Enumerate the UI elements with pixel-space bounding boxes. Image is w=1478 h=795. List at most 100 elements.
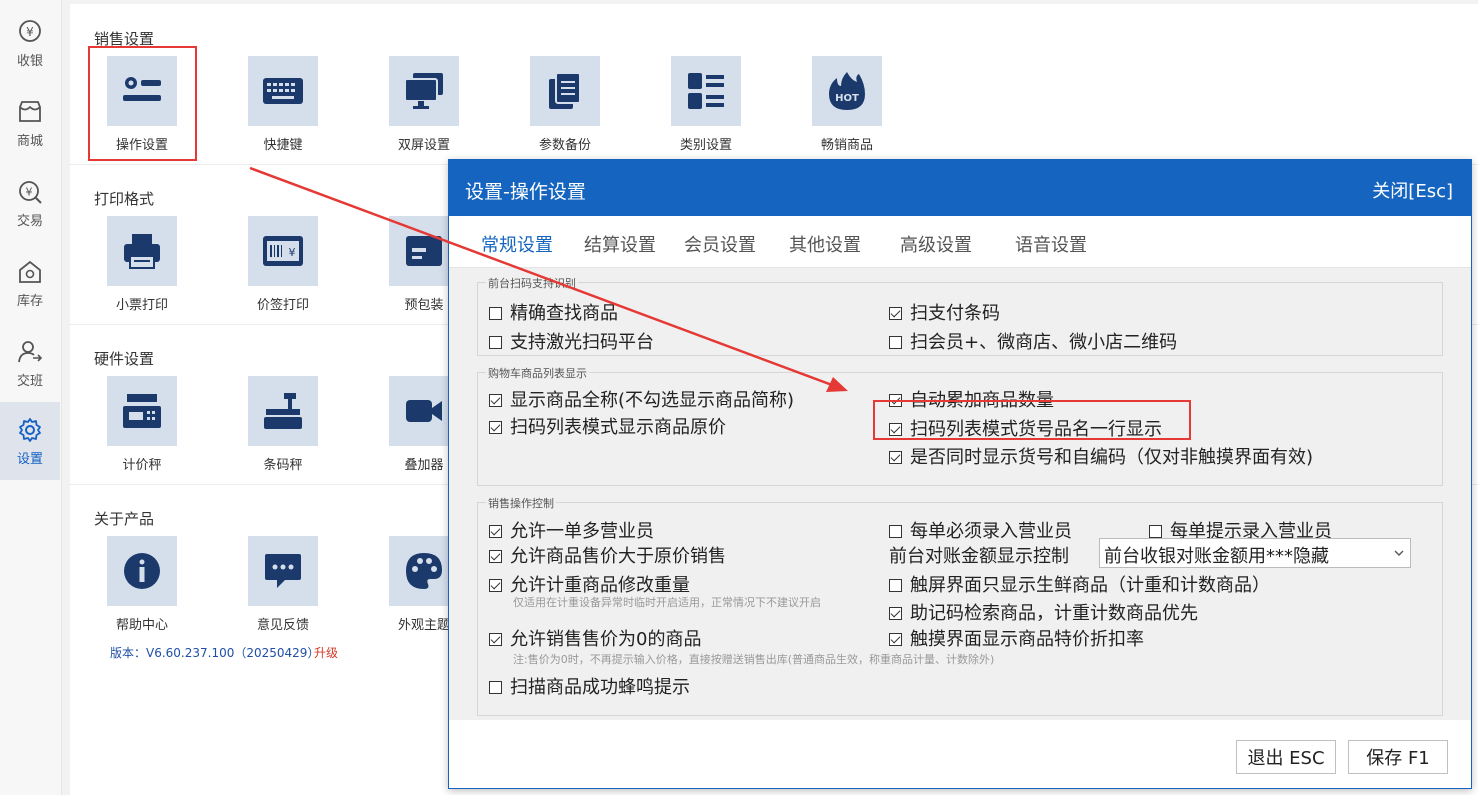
option-label: 精确查找商品 (510, 303, 618, 324)
group-title: 购物车商品列表显示 (486, 365, 589, 381)
option-zero-price[interactable]: 允许销售售价为0的商品 (489, 625, 701, 651)
svg-text:¥: ¥ (26, 25, 34, 39)
tab-other[interactable]: 其他设置 (789, 231, 861, 257)
tile-label: 快捷键 (263, 138, 303, 153)
hot-flame-icon: HOT (812, 56, 882, 126)
tile-label: 小票打印 (115, 298, 168, 313)
section-title-about: 关于产品 (94, 510, 155, 528)
nav-label-inventory: 库存 (16, 293, 43, 309)
tile-feedback[interactable]: 意见反馈 (223, 536, 343, 646)
nav-item-inventory[interactable]: 库存 (0, 244, 60, 322)
tile-dual-screen[interactable]: 双屏设置 (364, 56, 484, 166)
tile-help-center[interactable]: 帮助中心 (82, 536, 202, 646)
checkbox-checked[interactable] (489, 421, 502, 434)
tab-voice[interactable]: 语音设置 (1015, 231, 1087, 257)
checkbox-checked[interactable] (489, 579, 502, 592)
option-full-name[interactable]: 显示商品全称(不勾选显示商品简称) (489, 386, 794, 412)
checkbox-checked[interactable] (889, 451, 902, 464)
option-exact-search[interactable]: 精确查找商品 (489, 299, 618, 325)
note-weight: 仅适用在计重设备异常时临时开启适用，正常情况下不建议开启 (513, 596, 821, 609)
checkbox[interactable] (1149, 525, 1162, 538)
option-label: 支持激光扫码平台 (510, 332, 654, 353)
tile-hot-products[interactable]: HOT 畅销商品 (787, 56, 907, 166)
tab-advanced[interactable]: 高级设置 (900, 231, 972, 257)
checkbox[interactable] (889, 336, 902, 349)
option-laser-scan[interactable]: 支持激光扫码平台 (489, 328, 654, 354)
dialog-close-button[interactable]: 关闭[Esc] (1372, 177, 1453, 203)
dialog-header: 设置-操作设置 关闭[Esc] (449, 160, 1471, 216)
info-icon (107, 536, 177, 606)
checkbox-checked[interactable] (489, 394, 502, 407)
option-discount-rate[interactable]: 触摸界面显示商品特价折扣率 (889, 625, 1144, 651)
option-original-price[interactable]: 扫码列表模式显示商品原价 (489, 413, 726, 439)
checkbox-checked[interactable] (889, 633, 902, 646)
checkbox-checked[interactable] (889, 307, 902, 320)
dialog-title: 设置-操作设置 (465, 181, 586, 203)
tab-checkout[interactable]: 结算设置 (584, 231, 656, 257)
tile-label: 价签打印 (256, 298, 309, 313)
upgrade-link[interactable]: 升级 (314, 644, 338, 661)
nav-item-transaction[interactable]: ¥ 交易 (0, 164, 60, 242)
option-label: 触摸界面显示商品特价折扣率 (910, 629, 1144, 650)
section-title-hardware: 硬件设置 (94, 350, 155, 368)
option-label: 每单必须录入营业员 (910, 521, 1072, 542)
save-button[interactable]: 保存 F1 (1348, 740, 1448, 774)
option-label: 允许商品售价大于原价销售 (510, 546, 726, 567)
dual-screen-icon (389, 56, 459, 126)
chat-bubble-icon (248, 536, 318, 606)
option-scan-member-qr[interactable]: 扫会员+、微商店、微小店二维码 (889, 328, 1177, 354)
option-price-above-original[interactable]: 允许商品售价大于原价销售 (489, 542, 726, 568)
checkbox-checked[interactable] (489, 525, 502, 538)
nav-label-shift: 交班 (16, 373, 43, 389)
nav-item-cashier[interactable]: ¥ 收银 (0, 4, 60, 82)
option-beep[interactable]: 扫描商品成功蜂鸣提示 (489, 673, 690, 699)
option-scan-payment-code[interactable]: 扫支付条码 (889, 299, 1000, 325)
nav-item-settings[interactable]: 设置 (0, 402, 60, 480)
tab-general[interactable]: 常规设置 (481, 231, 553, 257)
nav-item-store[interactable]: 商城 (0, 84, 60, 162)
app-root: ¥ 收银 商城 ¥ 交易 库存 交班 设置 销售设置 打印格式 硬件设置 关于产… (0, 0, 1478, 795)
cashier-icon: ¥ (16, 18, 44, 46)
checkbox[interactable] (489, 681, 502, 694)
tile-price-tag-print[interactable]: ¥ 价签打印 (223, 216, 343, 326)
option-mnemonic-search[interactable]: 助记码检索商品，计重计数商品优先 (889, 599, 1198, 625)
select-value: 前台收银对账金额用***隐藏 (1104, 546, 1329, 567)
chevron-down-icon (1394, 545, 1404, 566)
tile-barcode-scale[interactable]: 条码秤 (223, 376, 343, 486)
tile-label: 畅销商品 (820, 138, 873, 153)
tab-member[interactable]: 会员设置 (684, 231, 756, 257)
amount-display-label: 前台对账金额显示控制 (889, 546, 1069, 567)
tile-label: 意见反馈 (256, 618, 309, 633)
checkbox[interactable] (489, 307, 502, 320)
tile-label: 参数备份 (538, 138, 591, 153)
checkbox[interactable] (889, 579, 902, 592)
price-scale-icon (107, 376, 177, 446)
hot-badge: HOT (835, 93, 859, 104)
option-require-clerk[interactable]: 每单必须录入营业员 (889, 517, 1072, 543)
option-multi-clerk[interactable]: 允许一单多营业员 (489, 517, 654, 543)
checkbox-checked[interactable] (489, 550, 502, 563)
amount-display-select[interactable]: 前台收银对账金额用***隐藏 (1099, 538, 1411, 568)
keyboard-icon (248, 56, 318, 126)
tile-param-backup[interactable]: 参数备份 (505, 56, 625, 166)
tile-category-settings[interactable]: 类别设置 (646, 56, 766, 166)
option-label: 扫会员+、微商店、微小店二维码 (910, 332, 1178, 353)
option-label: 触屏界面只显示生鲜商品（计重和计数商品） (910, 575, 1270, 596)
section-title-print: 打印格式 (94, 190, 155, 208)
checkbox[interactable] (889, 525, 902, 538)
option-label: 显示商品全称(不勾选显示商品简称) (510, 390, 795, 411)
checkbox-checked[interactable] (889, 607, 902, 620)
left-nav: ¥ 收银 商城 ¥ 交易 库存 交班 设置 (0, 0, 62, 795)
nav-item-shift[interactable]: 交班 (0, 324, 60, 402)
tile-shortcuts[interactable]: 快捷键 (223, 56, 343, 166)
exit-button[interactable]: 退出 ESC (1236, 740, 1336, 774)
option-label: 允许计重商品修改重量 (510, 575, 690, 596)
option-fresh-only[interactable]: 触屏界面只显示生鲜商品（计重和计数商品） (889, 571, 1270, 597)
tile-price-scale[interactable]: 计价秤 (82, 376, 202, 486)
option-show-code[interactable]: 是否同时显示货号和自编码（仅对非触摸界面有效) (889, 443, 1313, 469)
tile-receipt-print[interactable]: 小票打印 (82, 216, 202, 326)
checkbox[interactable] (489, 336, 502, 349)
checkbox-checked[interactable] (489, 633, 502, 646)
option-label: 允许一单多营业员 (510, 521, 654, 542)
option-label: 扫码列表模式显示商品原价 (510, 417, 726, 438)
